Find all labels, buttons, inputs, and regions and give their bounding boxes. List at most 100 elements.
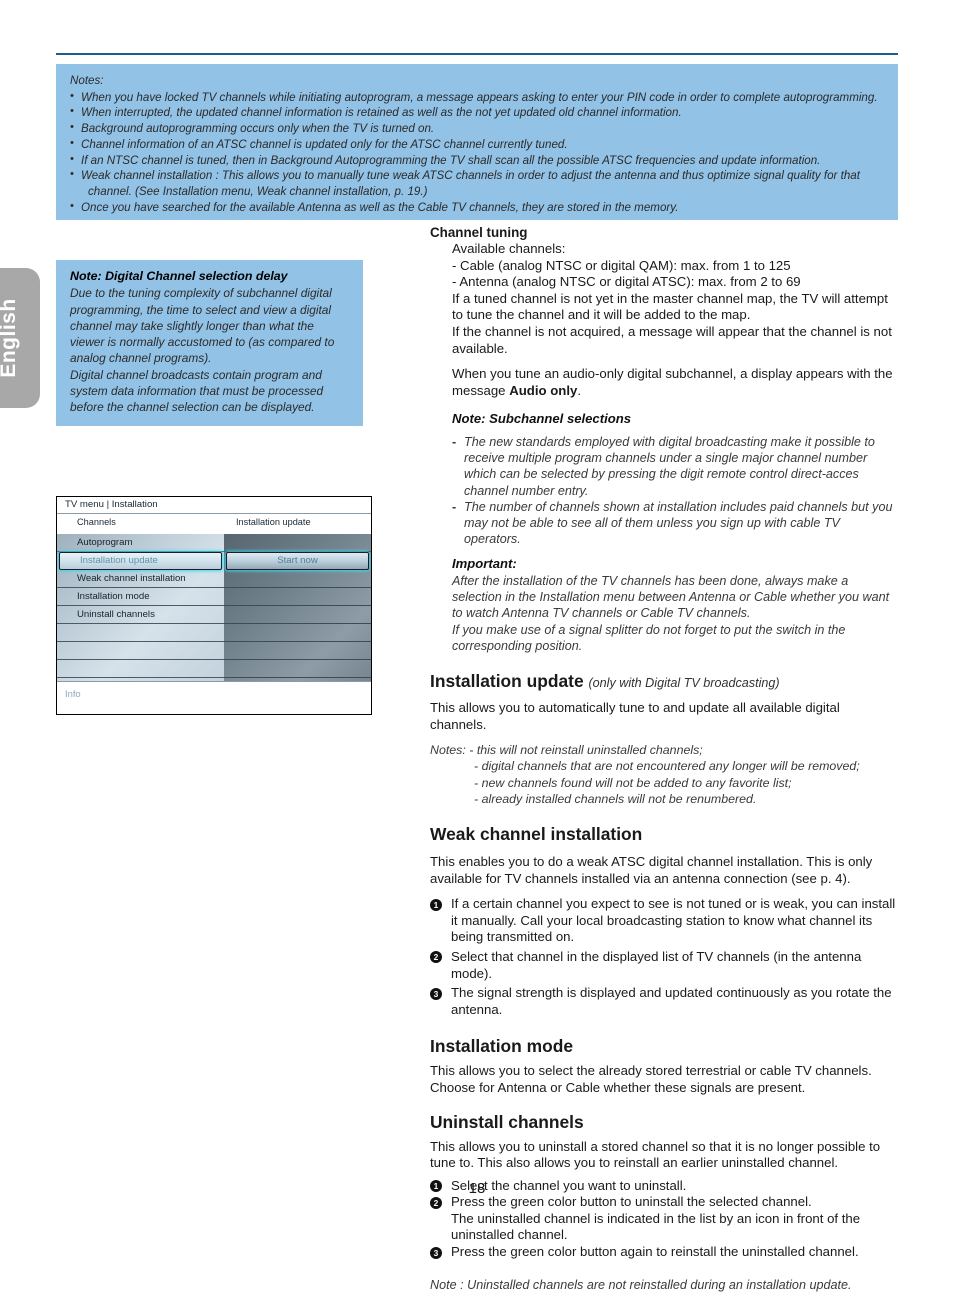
tv-menu-right-item-blank	[224, 570, 371, 588]
tv-menu-item-blank	[57, 624, 224, 642]
notes-banner-item: Weak channel installation : This allows …	[70, 167, 884, 199]
uninstall-step: 2 Press the green color button to uninsta…	[430, 1194, 898, 1244]
weak-channel-step-text: If a certain channel you expect to see i…	[451, 896, 896, 945]
channel-tuning-body: Available channels: - Cable (analog NTSC…	[430, 241, 898, 654]
notes-banner-item-text: Background autoprogramming occurs only w…	[81, 122, 435, 136]
tv-menu-item-installation-mode[interactable]: Installation mode	[57, 588, 224, 606]
notes-banner-item: Background autoprogramming occurs only w…	[70, 120, 884, 137]
step-number-2-icon: 2	[430, 1196, 442, 1209]
tv-menu-item-installation-update[interactable]: Installation update	[59, 552, 222, 570]
tv-menu-item-uninstall-channels[interactable]: Uninstall channels	[57, 606, 224, 624]
installation-update-body: This allows you to automatically tune to…	[430, 699, 840, 732]
tv-menu-item-weak-channel-installation[interactable]: Weak channel installation	[57, 570, 224, 588]
notes-banner-item-text: Weak channel installation : This allows …	[81, 169, 860, 183]
channel-map-paragraph: If a tuned channel is not yet in the mas…	[452, 290, 888, 323]
weak-channel-installation-body: This enables you to do a weak ATSC digit…	[430, 853, 873, 886]
subchannel-selections-list: The new standards employed with digital …	[452, 434, 898, 547]
heading-uninstall-channels: Uninstall channels	[430, 1111, 584, 1132]
audio-only-text-bold: Audio only	[509, 382, 578, 398]
uninstall-step-text: Press the green color button again to re…	[451, 1244, 859, 1260]
heading-important: Important:	[452, 556, 517, 572]
notes-banner-item: Once you have searched for the available…	[70, 199, 884, 216]
tv-menu-left-list: Autoprogram Installation update Weak cha…	[57, 534, 224, 681]
tv-menu-screenshot: TV menu | Installation Channels Installa…	[56, 496, 372, 715]
digital-channel-delay-note-p1: Due to the tuning complexity of subchann…	[70, 286, 335, 366]
tv-menu-column-header-right: Installation update	[236, 517, 311, 527]
notes-banner-item-text: When interrupted, the updated channel in…	[81, 106, 682, 120]
uninstall-channels-body: This allows you to uninstall a stored ch…	[430, 1138, 881, 1171]
installation-update-note-line-2: - new channels found will not be added t…	[474, 775, 792, 790]
step-number-1-icon: 1	[430, 898, 442, 911]
heading-installation-mode: Installation mode	[430, 1036, 574, 1057]
notes-banner-item: When you have locked TV channels while i…	[70, 89, 884, 106]
notes-banner: Notes: When you have locked TV channels …	[56, 64, 898, 220]
weak-channel-step: 3 The signal strength is displayed and up…	[430, 985, 898, 1018]
heading-subchannel-selections: Note: Subchannel selections	[452, 411, 631, 427]
tv-menu-info-bar: Info	[57, 681, 371, 713]
installation-update-note-line-3: - already installed channels will not be…	[474, 791, 757, 806]
step-number-3-icon: 3	[430, 1246, 442, 1259]
notes-banner-item: When interrupted, the updated channel in…	[70, 104, 884, 121]
audio-only-paragraph: When you tune an audio-only digital subc…	[452, 366, 898, 399]
left-column: Note: Digital Channel selection delay Du…	[56, 260, 371, 426]
antenna-channels-line: - Antenna (analog NTSC or digital ATSC):…	[452, 274, 801, 290]
language-side-tab: English	[0, 268, 40, 408]
notes-banner-item-text: Once you have searched for the available…	[81, 200, 679, 214]
available-channels-label: Available channels:	[452, 241, 566, 256]
heading-weak-channel-installation: Weak channel installation	[430, 823, 643, 844]
cable-channels-line: - Cable (analog NTSC or digital QAM): ma…	[452, 257, 791, 273]
page-number: 18	[468, 1180, 486, 1197]
tv-menu-item-autoprogram[interactable]: Autoprogram	[57, 534, 224, 552]
step-number-2-icon: 2	[430, 951, 442, 964]
tv-menu-column-headers: Channels Installation update	[57, 514, 371, 534]
uninstall-step-2-continuation: The uninstalled channel is indicated in …	[451, 1210, 861, 1243]
uninstall-channels-footer-note: Note : Uninstalled channels are not rein…	[430, 1277, 852, 1292]
tv-menu-right-item-blank	[224, 660, 371, 678]
weak-channel-step: 1 If a certain channel you expect to see …	[430, 896, 898, 946]
digital-channel-delay-note-p2: Digital channel broadcasts contain progr…	[70, 367, 324, 415]
notes-banner-item: Channel information of an ATSC channel i…	[70, 136, 884, 153]
notes-banner-title: Notes:	[70, 74, 104, 87]
tv-menu-right-item-blank	[224, 588, 371, 606]
notes-banner-item-continuation: channel. (See Installation menu, Weak ch…	[88, 184, 428, 198]
heading-channel-tuning: Channel tuning	[430, 225, 528, 240]
tv-menu-right-item-blank	[224, 642, 371, 660]
tv-menu-breadcrumb: TV menu | Installation	[57, 497, 371, 514]
digital-channel-delay-note: Note: Digital Channel selection delay Du…	[56, 260, 363, 426]
installation-update-notes-label: Notes:	[430, 743, 466, 758]
heading-installation-update: Installation update (only with Digital T…	[430, 670, 898, 694]
uninstall-step: 3 Press the green color button again to r…	[430, 1244, 898, 1261]
weak-channel-installation-steps: 1 If a certain channel you expect to see …	[430, 896, 898, 1018]
subchannel-selections-item: The new standards employed with digital …	[452, 434, 898, 499]
tv-menu-item-blank	[57, 642, 224, 660]
important-paragraph-2: If you make use of a signal splitter do …	[452, 622, 846, 653]
tv-menu-right-item-blank	[224, 606, 371, 624]
notes-banner-item-text: Channel information of an ATSC channel i…	[81, 137, 568, 151]
language-side-tab-label: English	[0, 298, 20, 378]
tv-menu-body: Autoprogram Installation update Weak cha…	[57, 534, 371, 681]
weak-channel-step: 2 Select that channel in the displayed li…	[430, 949, 898, 982]
important-paragraph-1: After the installation of the TV channel…	[452, 573, 890, 621]
installation-update-note-line-0: Notes: - this will not reinstall uninsta…	[430, 742, 898, 758]
digital-channel-delay-note-title: Note: Digital Channel selection delay	[70, 269, 288, 283]
notes-banner-item-text: When you have locked TV channels while i…	[81, 90, 878, 104]
subchannel-selections-item: The number of channels shown at installa…	[452, 499, 898, 548]
tv-menu-right-item-blank	[224, 534, 371, 552]
tv-menu-right-item-blank	[224, 624, 371, 642]
audio-only-text-post: .	[577, 382, 581, 398]
installation-update-note-line-1: - digital channels that are not encounte…	[474, 759, 860, 774]
header-divider	[56, 53, 898, 55]
tv-menu-right-item-start-now[interactable]: Start now	[226, 552, 369, 570]
heading-installation-update-subtext: (only with Digital TV broadcasting)	[588, 675, 780, 690]
installation-mode-body: This allows you to select the already st…	[430, 1063, 872, 1095]
step-number-3-icon: 3	[430, 987, 442, 1000]
notes-banner-item-text: If an NTSC channel is tuned, then in Bac…	[81, 153, 821, 167]
heading-installation-update-text: Installation update	[430, 670, 584, 691]
weak-channel-step-text: The signal strength is displayed and upd…	[451, 985, 892, 1017]
installation-update-notes: Notes: - this will not reinstall uninsta…	[430, 742, 898, 807]
notes-banner-item: If an NTSC channel is tuned, then in Bac…	[70, 152, 884, 169]
tv-menu-right-list: Start now	[224, 534, 371, 681]
installation-update-note-text: - this will not reinstall uninstalled ch…	[469, 743, 703, 758]
tv-menu-item-blank	[57, 660, 224, 678]
notes-banner-list: When you have locked TV channels while i…	[70, 89, 884, 216]
